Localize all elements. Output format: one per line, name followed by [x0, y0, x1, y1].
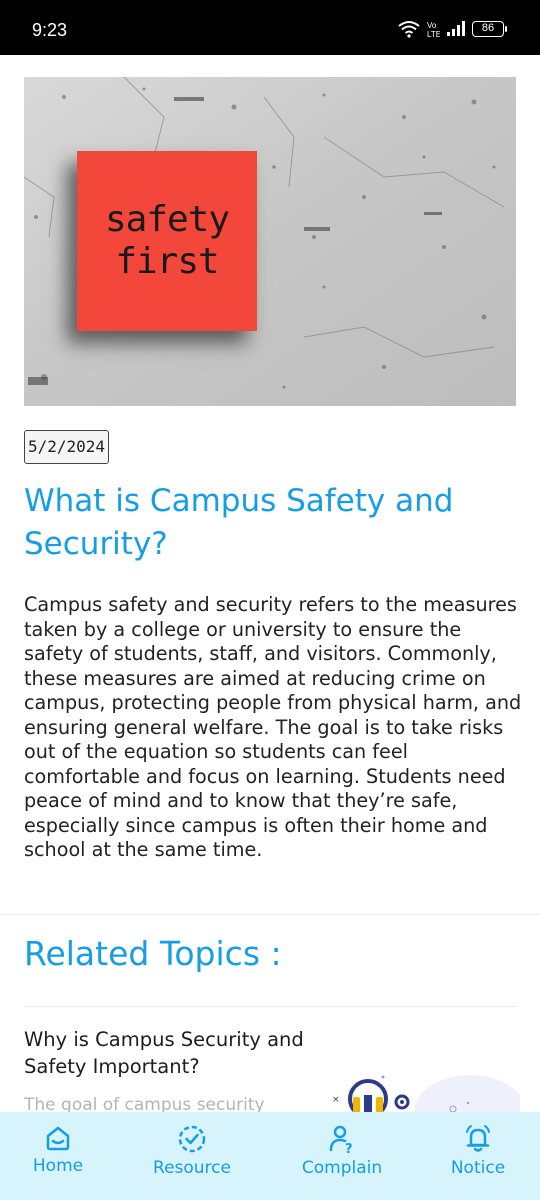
status-time: 9:23 — [32, 20, 68, 40]
wifi-icon — [398, 21, 420, 38]
nav-resource-label: Resource — [153, 1158, 231, 1178]
nav-complain[interactable]: ? Complain — [292, 1112, 392, 1200]
volte-icon: Vo LTE — [427, 21, 440, 38]
svg-text:Vo: Vo — [427, 21, 437, 30]
nav-home-label: Home — [32, 1156, 84, 1176]
support-illustration: × — [332, 1075, 520, 1115]
svg-text:×: × — [332, 1095, 340, 1105]
svg-text:?: ? — [345, 1142, 353, 1154]
status-bar: 9:23 Vo LTE 86 — [0, 0, 540, 55]
hero-image: safety first — [24, 77, 516, 406]
bottom-navigation: Home Resource ? Complain Notice — [0, 1112, 540, 1200]
nav-resource[interactable]: Resource — [142, 1112, 242, 1200]
battery-icon: 86 — [472, 21, 507, 37]
note-line-2: first — [115, 241, 219, 282]
article-title: What is Campus Safety and Security? — [24, 483, 454, 562]
signal-icon — [447, 21, 465, 36]
nav-notice[interactable]: Notice — [438, 1112, 518, 1200]
related-topic-title[interactable]: Why is Campus Security and Safety Import… — [24, 1026, 314, 1080]
nav-notice-label: Notice — [450, 1158, 506, 1178]
status-icons: Vo LTE 86 — [398, 20, 507, 38]
section-divider — [0, 914, 540, 915]
related-divider — [24, 1006, 516, 1007]
safety-first-note: safety first — [77, 151, 257, 331]
bell-icon — [466, 1125, 490, 1152]
complain-icon: ? — [329, 1125, 353, 1154]
article-body: Campus safety and security refers to the… — [24, 593, 522, 861]
resource-icon — [178, 1125, 206, 1153]
svg-text:LTE: LTE — [427, 30, 440, 38]
related-topics-heading: Related Topics : — [24, 934, 282, 973]
note-line-1: safety — [104, 199, 230, 240]
nav-complain-label: Complain — [301, 1158, 383, 1178]
nav-home[interactable]: Home — [18, 1112, 98, 1200]
date-badge: 5/2/2024 — [24, 430, 110, 464]
home-icon — [46, 1126, 70, 1151]
